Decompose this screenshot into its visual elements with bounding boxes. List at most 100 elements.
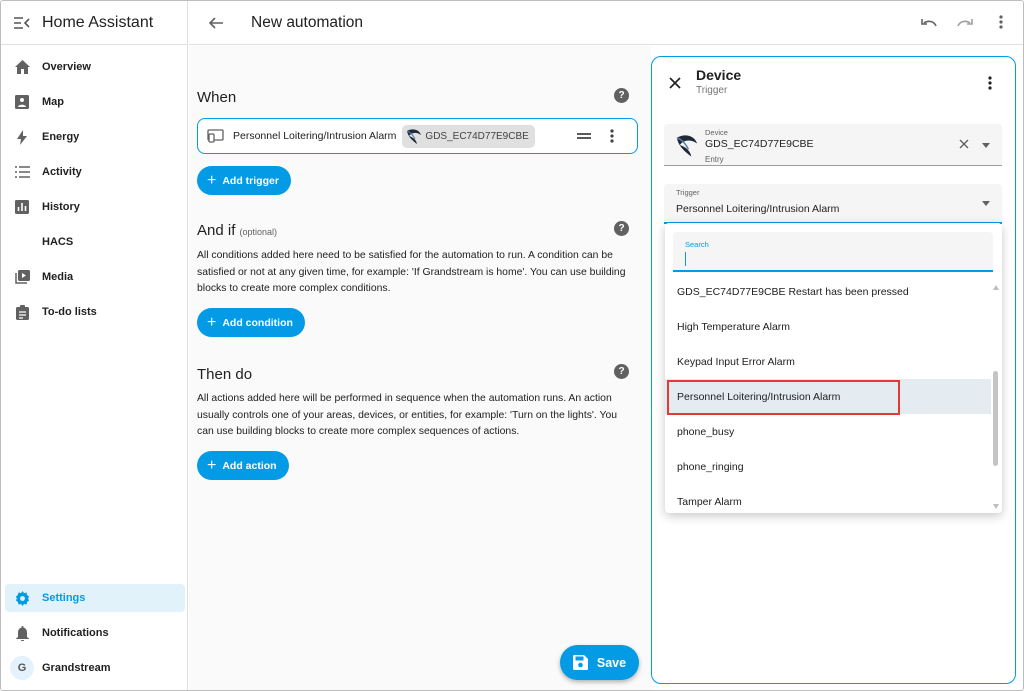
sidebar-item-history[interactable]: History: [5, 193, 185, 221]
device-field[interactable]: Device GDS_EC74D77E9CBE Entry: [664, 124, 1002, 166]
list-item[interactable]: High Temperature Alarm: [665, 309, 991, 344]
add-trigger-label: Add trigger: [222, 174, 279, 187]
list-item[interactable]: Tamper Alarm: [665, 484, 991, 513]
sidebar: Home Assistant Overview Map Energy Activ…: [1, 1, 188, 690]
selection-highlight: [667, 380, 900, 415]
gear-icon: [14, 590, 30, 606]
trigger-field[interactable]: Trigger Personnel Loitering/Intrusion Al…: [664, 184, 1002, 224]
sidebar-item-notifications[interactable]: Notifications: [5, 619, 185, 647]
sidebar-item-map[interactable]: Map: [5, 88, 185, 116]
sidebar-item-energy[interactable]: Energy: [5, 123, 185, 151]
sidebar-item-settings[interactable]: Settings: [5, 584, 185, 612]
top-actions: [920, 13, 1010, 31]
trigger-field-value: Personnel Loitering/Intrusion Alarm: [676, 203, 840, 215]
then-do-title: Then do: [197, 366, 253, 383]
redo-icon[interactable]: [956, 13, 974, 31]
chevron-down-icon[interactable]: [982, 143, 990, 148]
sidebar-header: Home Assistant: [1, 1, 187, 45]
more-vertical-icon[interactable]: [992, 13, 1010, 31]
grandstream-logo-icon: [407, 129, 422, 144]
plus-icon: +: [207, 456, 217, 474]
optional-label: (optional): [239, 227, 278, 237]
media-icon: [14, 269, 30, 285]
sidebar-item-media[interactable]: Media: [5, 263, 185, 291]
then-do-description: All actions added here will be performed…: [197, 393, 618, 437]
grandstream-logo-icon: [676, 135, 698, 157]
add-trigger-button[interactable]: + Add trigger: [197, 166, 291, 195]
search-input[interactable]: [685, 252, 975, 266]
app-window: Home Assistant Overview Map Energy Activ…: [0, 0, 1024, 691]
device-field-value: GDS_EC74D77E9CBE: [705, 138, 814, 150]
list-item[interactable]: GDS_EC74D77E9CBE Restart has been presse…: [665, 274, 991, 309]
panel-more-icon[interactable]: [983, 75, 997, 91]
sidebar-item-activity[interactable]: Activity: [5, 158, 185, 186]
trigger-label: Personnel Loitering/Intrusion Alarm: [233, 130, 397, 142]
automation-editor: When ? Personnel Loitering/Intrusion Ala…: [189, 46, 651, 690]
help-icon[interactable]: ?: [614, 364, 629, 379]
sidebar-item-label: Notifications: [42, 627, 109, 639]
sidebar-item-todo[interactable]: To-do lists: [5, 298, 185, 326]
clear-icon[interactable]: [958, 138, 970, 150]
device-field-sub: Entry: [705, 155, 724, 164]
top-bar: New automation: [189, 1, 1023, 45]
floppy-disk-icon: [572, 655, 588, 670]
and-if-description: All conditions added here need to be sat…: [197, 250, 626, 294]
close-icon[interactable]: [667, 75, 683, 91]
hacs-icon: [14, 234, 30, 250]
list-item[interactable]: phone_ringing: [665, 449, 991, 484]
list-item[interactable]: Keypad Input Error Alarm: [665, 344, 991, 379]
sidebar-item-label: Media: [42, 271, 74, 283]
undo-icon[interactable]: [920, 13, 938, 31]
add-condition-button[interactable]: + Add condition: [197, 308, 305, 337]
page-title: New automation: [251, 13, 364, 31]
app-title: Home Assistant: [42, 13, 154, 31]
chevron-down-icon[interactable]: [982, 201, 990, 206]
and-if-title: And if (optional): [197, 222, 277, 239]
avatar: G: [10, 656, 34, 680]
scrollbar-thumb[interactable]: [993, 371, 998, 466]
list-item[interactable]: phone_busy: [665, 414, 991, 449]
back-arrow-icon[interactable]: [206, 13, 226, 33]
lightning-icon: [14, 129, 30, 145]
sidebar-item-label: Energy: [42, 131, 80, 143]
help-icon[interactable]: ?: [614, 88, 629, 103]
sidebar-item-label: Map: [42, 96, 64, 108]
clipboard-icon: [14, 304, 30, 320]
device-field-label: Device: [705, 128, 728, 137]
drag-handle-icon[interactable]: [577, 131, 591, 141]
save-button[interactable]: Save: [560, 645, 639, 680]
chart-icon: [14, 199, 30, 215]
sidebar-item-label: To-do lists: [42, 306, 97, 318]
scroll-down-arrow-icon[interactable]: [993, 504, 999, 509]
home-icon: [14, 59, 30, 75]
search-field[interactable]: Search: [673, 232, 993, 272]
sidebar-item-hacs[interactable]: HACS: [5, 228, 185, 256]
sidebar-item-label: Activity: [42, 166, 82, 178]
device-chip-label: GDS_EC74D77E9CBE: [425, 130, 529, 142]
add-action-label: Add action: [222, 459, 277, 472]
and-if-label: And if: [197, 222, 236, 239]
add-action-button[interactable]: + Add action: [197, 451, 289, 480]
trigger-dropdown: Search GDS_EC74D77E9CBE Restart has been…: [665, 223, 1002, 513]
panel-subtitle: Trigger: [696, 85, 728, 96]
add-condition-label: Add condition: [222, 316, 293, 329]
map-icon: [14, 94, 30, 110]
list-icon: [14, 164, 30, 180]
sidebar-item-label: History: [42, 201, 80, 213]
trigger-more-icon[interactable]: [605, 128, 619, 144]
scroll-up-arrow-icon[interactable]: [993, 285, 999, 290]
sidebar-item-label: Settings: [42, 592, 86, 604]
device-icon: [207, 129, 224, 143]
user-name: Grandstream: [42, 662, 111, 674]
save-label: Save: [596, 655, 627, 670]
sidebar-item-overview[interactable]: Overview: [5, 53, 185, 81]
trigger-card[interactable]: Personnel Loitering/Intrusion Alarm GDS_…: [197, 118, 638, 154]
device-chip[interactable]: GDS_EC74D77E9CBE: [402, 124, 535, 148]
bell-icon: [14, 625, 30, 641]
plus-icon: +: [207, 171, 217, 189]
sidebar-item-label: Overview: [42, 61, 91, 73]
sidebar-item-user[interactable]: G Grandstream: [5, 654, 185, 682]
panel-title: Device: [696, 67, 742, 83]
help-icon[interactable]: ?: [614, 221, 629, 236]
menu-collapse-icon[interactable]: [13, 14, 31, 32]
